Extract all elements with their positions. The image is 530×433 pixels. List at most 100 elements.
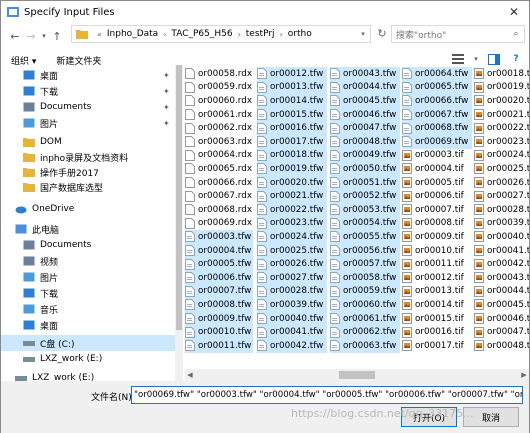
scrollbar-thumb[interactable] (176, 65, 182, 330)
file-item[interactable]: or00008.tif (402, 217, 472, 231)
file-item[interactable]: or00048.tif (474, 339, 529, 353)
file-item[interactable]: or00063.rdx (185, 135, 253, 149)
file-item[interactable]: or00043.tif (474, 271, 529, 285)
file-item[interactable]: or00009.tfw (185, 311, 253, 326)
sidebar-item[interactable]: 图片 (1, 269, 177, 285)
sidebar-item[interactable]: 操作手册2017 (1, 164, 177, 180)
file-item[interactable]: or00069.rdx (185, 217, 253, 231)
file-item[interactable]: or00064.rdx (185, 149, 253, 163)
sidebar-item[interactable]: 下载 ✦ (1, 83, 177, 99)
file-item[interactable]: or00028.tfw (257, 284, 327, 299)
up-button[interactable]: ↑ (49, 27, 65, 45)
file-item[interactable]: or00012.tif (402, 271, 472, 285)
sidebar-item[interactable]: 视频 (1, 253, 177, 269)
file-item[interactable]: or00065.tfw (402, 80, 472, 95)
file-item[interactable]: or00010.tif (402, 244, 472, 258)
view-dropdown[interactable]: ▾ (473, 52, 479, 66)
file-item[interactable]: or00018.tif (474, 67, 529, 81)
sidebar-item[interactable]: 下载 (1, 285, 177, 301)
view-options-button[interactable] (451, 52, 465, 66)
file-item[interactable]: or00045.tfw (330, 94, 400, 108)
file-item[interactable]: or00064.tfw (402, 67, 472, 81)
file-item[interactable]: or00044.tfw (330, 80, 400, 95)
file-item[interactable]: or00024.tif (474, 149, 529, 163)
file-item[interactable]: or00042.tfw (257, 339, 327, 353)
file-item[interactable]: or00052.tfw (330, 189, 400, 203)
file-item[interactable]: or00046.tfw (330, 107, 400, 122)
file-item[interactable]: or00007.tfw (185, 284, 253, 299)
file-item[interactable]: or00014.tif (402, 298, 472, 312)
file-item[interactable]: or00026.tif (474, 176, 529, 190)
file-item[interactable]: or00018.tfw (257, 148, 327, 163)
breadcrumb-overflow-icon[interactable]: « (97, 30, 102, 39)
file-item[interactable]: or00046.tif (474, 312, 529, 326)
file-item[interactable]: or00049.tfw (330, 148, 400, 163)
file-item[interactable]: or00025.tfw (257, 243, 327, 258)
scrollbar-thumb[interactable] (339, 371, 375, 379)
file-item[interactable]: or00017.tfw (257, 135, 327, 149)
address-bar[interactable]: « Inpho_Data › TAC_P65_H56 › testPrj › o… (71, 25, 371, 43)
file-item[interactable]: or00066.rdx (185, 176, 253, 190)
file-item[interactable]: or00039.tif (474, 217, 529, 231)
file-item[interactable]: or00047.tif (474, 325, 529, 339)
file-item[interactable]: or00045.tif (474, 298, 529, 312)
file-item[interactable]: or00020.tif (474, 94, 529, 108)
file-item[interactable]: or00055.tfw (330, 230, 400, 244)
file-item[interactable]: or00065.rdx (185, 162, 253, 176)
sidebar-item[interactable]: C盘 (C:) (1, 335, 177, 351)
file-item[interactable]: or00061.tfw (330, 311, 400, 326)
sidebar-item[interactable]: inpho录屏及文档资料 (1, 149, 177, 165)
file-item[interactable]: or00006.tif (402, 189, 472, 203)
file-item[interactable]: or00007.tif (402, 203, 472, 217)
breadcrumb-item[interactable]: TAC_P65_H56 (171, 29, 232, 39)
pin-icon[interactable]: ✦ (163, 71, 170, 80)
file-item[interactable]: or00058.tfw (330, 271, 400, 285)
file-item[interactable]: or00041.tfw (257, 325, 327, 339)
file-item[interactable]: or00022.tfw (257, 203, 327, 217)
file-item[interactable]: or00004.tfw (185, 243, 253, 258)
file-item[interactable]: or00041.tif (474, 244, 529, 258)
file-item[interactable]: or00027.tfw (257, 271, 327, 285)
file-item[interactable]: or00014.tfw (257, 94, 327, 108)
sidebar-item[interactable]: 国产数据库选型 (1, 179, 177, 195)
file-item[interactable]: or00066.tfw (402, 94, 472, 108)
sidebar-item[interactable]: LXZ_work (E:) (1, 351, 177, 367)
sidebar-item[interactable]: 此电脑 (1, 221, 177, 237)
file-item[interactable]: or00023.tfw (257, 216, 327, 231)
sidebar-item[interactable]: OneDrive (1, 201, 177, 217)
file-item[interactable]: or00016.tfw (257, 121, 327, 135)
file-item[interactable]: or00003.tfw (185, 230, 253, 244)
breadcrumb-item[interactable]: ortho (288, 29, 312, 39)
file-item[interactable]: or00062.tfw (330, 325, 400, 339)
file-item[interactable]: or00015.tfw (257, 107, 327, 122)
file-item[interactable]: or00069.tfw (402, 135, 472, 149)
file-item[interactable]: or00059.rdx (185, 81, 253, 95)
sidebar-item[interactable]: Documents ✦ (1, 99, 177, 115)
file-item[interactable]: or00068.tfw (402, 121, 472, 135)
file-item[interactable]: or00047.tfw (330, 121, 400, 135)
breadcrumb-item[interactable]: testPrj (246, 29, 275, 39)
file-item[interactable]: or00005.tfw (185, 257, 253, 271)
file-item[interactable]: or00010.tfw (185, 325, 253, 339)
file-item[interactable]: or00022.tif (474, 121, 529, 135)
file-item[interactable]: or00040.tif (474, 230, 529, 244)
file-item[interactable]: or00015.tif (402, 312, 472, 326)
file-item[interactable]: or00057.tfw (330, 257, 400, 271)
file-item[interactable]: or00004.tif (402, 162, 472, 176)
pin-icon[interactable]: ✦ (163, 103, 170, 112)
file-item[interactable]: or00017.tif (402, 339, 472, 353)
file-item[interactable]: or00067.tfw (402, 107, 472, 122)
file-item[interactable]: or00042.tif (474, 257, 529, 271)
file-item[interactable]: or00013.tif (402, 285, 472, 299)
file-item[interactable]: or00027.tif (474, 189, 529, 203)
sidebar-item[interactable]: 音乐 (1, 301, 177, 317)
file-item[interactable]: or00062.rdx (185, 121, 253, 135)
file-item[interactable]: or00060.rdx (185, 94, 253, 108)
file-item[interactable]: or00068.rdx (185, 203, 253, 217)
preview-pane-button[interactable] (487, 52, 501, 66)
file-item[interactable]: or00040.tfw (257, 311, 327, 326)
filename-input[interactable]: "or00069.tfw" "or00003.tfw" "or00004.tfw… (131, 386, 523, 404)
help-button[interactable]: ? (509, 52, 523, 66)
address-dropdown-icon[interactable]: ▾ (356, 30, 370, 38)
file-item[interactable]: or00021.tif (474, 108, 529, 122)
